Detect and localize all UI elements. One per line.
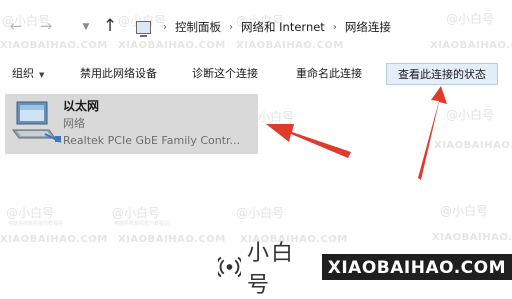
diagnose-button[interactable]: 诊断这个连接 — [192, 63, 258, 85]
watermark-site: XIAOBAIHAO.COM — [118, 234, 226, 245]
forward-arrow-icon[interactable]: → — [38, 18, 54, 34]
chevron-down-icon[interactable]: ▼ — [78, 19, 94, 35]
connection-adapter: Realtek PCIe GbE Family Contr... — [63, 134, 241, 147]
command-bar: 组织 ▼ 禁用此网络设备 诊断这个连接 重命名此连接 查看此连接的状态 — [0, 60, 512, 88]
watermark-logo: @小白号 — [112, 206, 161, 220]
breadcrumb-separator[interactable]: › — [163, 22, 167, 33]
control-panel-icon — [136, 20, 151, 37]
watermark-logo: @小白号 — [440, 204, 489, 218]
annotation-arrow — [266, 124, 351, 158]
watermark-site: XIAOBAIHAO.COM — [434, 140, 512, 151]
view-status-button[interactable]: 查看此连接的状态 — [386, 63, 498, 85]
brand-site: XIAOBAIHAO.COM — [321, 254, 512, 280]
breadcrumb-separator[interactable]: › — [229, 22, 233, 33]
breadcrumb-item-control-panel[interactable]: 控制面板 — [175, 19, 221, 35]
watermark-logo: @小白号 — [236, 206, 285, 220]
broadcast-icon — [218, 256, 241, 278]
watermark-site: XIAOBAIHAO.COM — [432, 232, 512, 243]
breadcrumb-item-network-internet[interactable]: 网络和 Internet — [241, 19, 325, 35]
connection-item-ethernet[interactable]: 以太网 网络 Realtek PCIe GbE Family Contr... — [5, 94, 258, 154]
annotation-arrow — [418, 86, 447, 180]
brand-name: 小白号 — [246, 241, 295, 298]
connection-status: 网络 — [63, 117, 85, 130]
watermark-logo: @小白号 — [6, 206, 55, 220]
disable-device-button[interactable]: 禁用此网络设备 — [80, 63, 157, 85]
back-arrow-icon[interactable]: ← — [8, 18, 24, 34]
network-adapter-icon — [12, 101, 62, 143]
chevron-down-icon: ▼ — [39, 71, 45, 79]
brand-watermark: 小白号 XIAOBAIHAO.COM — [218, 241, 512, 298]
breadcrumb-item-network-connections[interactable]: 网络连接 — [345, 19, 391, 35]
watermark-small: 电脑系统装机技巧教程站 — [8, 221, 64, 227]
organize-menu[interactable]: 组织 ▼ — [12, 63, 44, 85]
breadcrumb: › 控制面板 › 网络和 Internet › 网络连接 — [136, 13, 391, 41]
breadcrumb-separator[interactable]: › — [333, 22, 337, 33]
up-arrow-icon[interactable]: ↑ — [102, 18, 118, 35]
connection-name: 以太网 — [63, 99, 100, 113]
watermark-logo: @小白号 — [446, 108, 495, 122]
watermark-site: XIAOBAIHAO.COM — [0, 234, 108, 245]
address-bar: ← → ▼ ↑ › 控制面板 › 网络和 Internet › 网络连接 — [0, 0, 512, 56]
watermark-small: 电脑系统装机技巧教程站 — [114, 221, 170, 227]
rename-button[interactable]: 重命名此连接 — [296, 63, 362, 85]
organize-label: 组织 — [12, 67, 34, 80]
